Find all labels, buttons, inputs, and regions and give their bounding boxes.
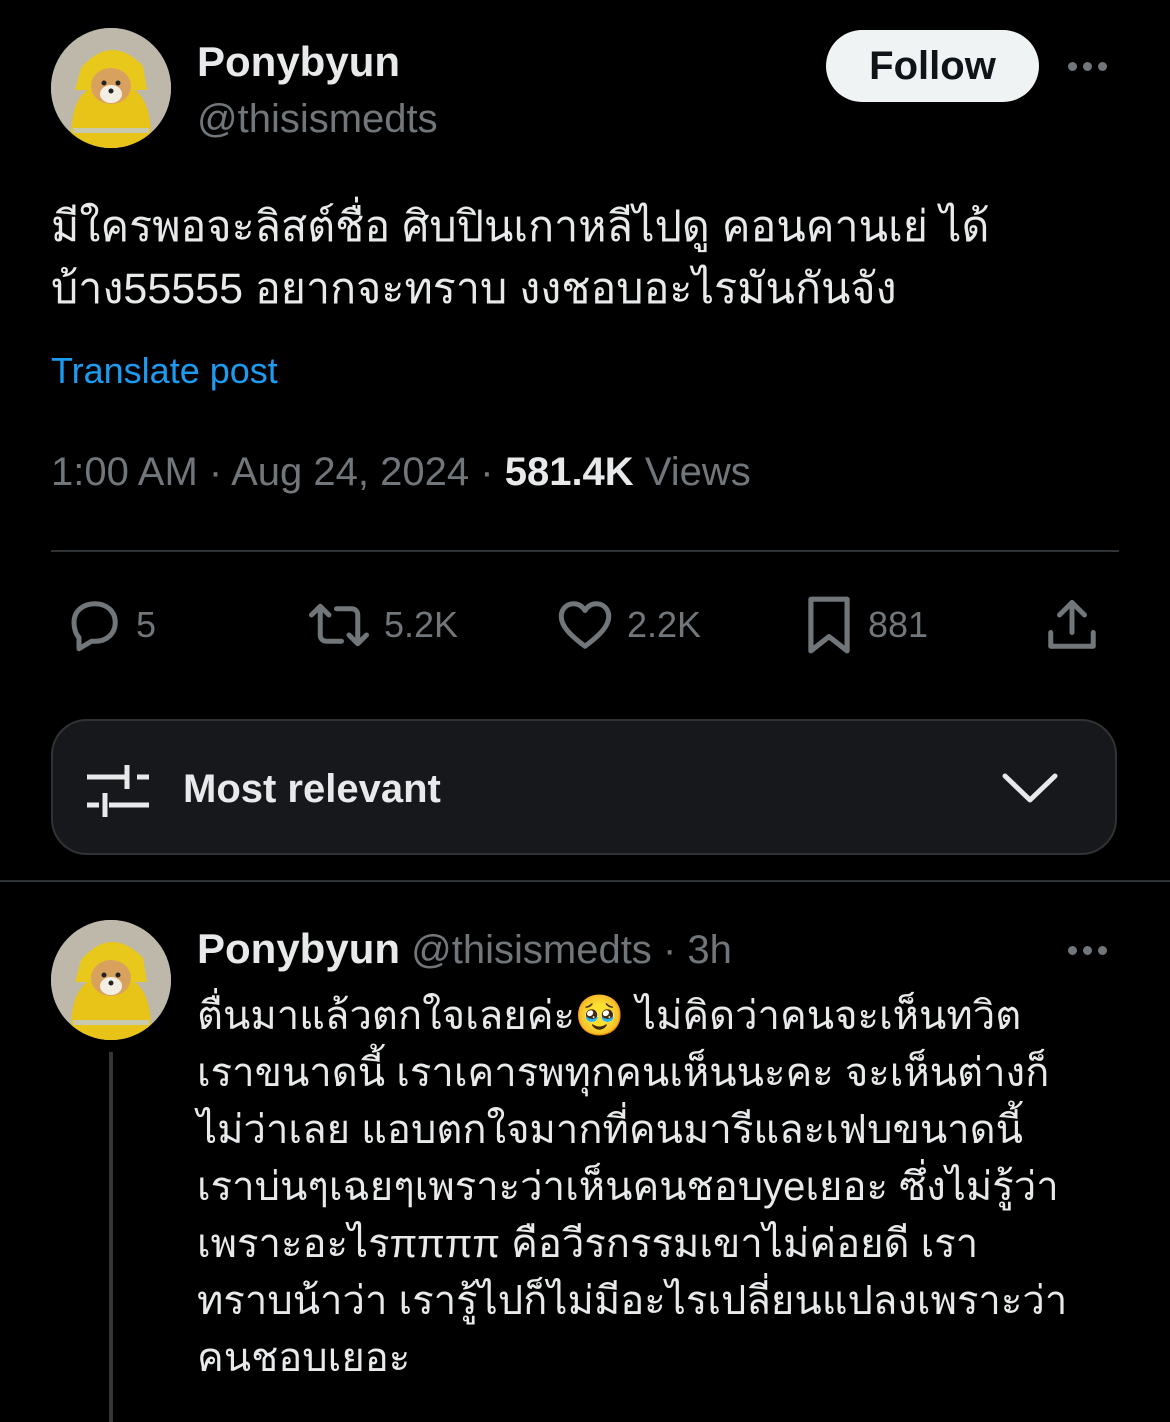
reply-separator: · [662,928,677,972]
reply-count: 5 [136,604,157,645]
thread-line [109,1052,113,1422]
post-meta: 1:00 AM · Aug 24, 2024 · 581.4K Views [51,450,751,495]
views-label: Views [644,450,751,494]
more-icon[interactable] [1068,946,1107,955]
meta-separator: · [480,450,494,494]
reply-icon [71,601,118,652]
bookmark-count: 881 [868,604,929,645]
author-avatar[interactable] [51,28,171,148]
reply-header: Ponybyun @thisismedts · 3h [197,925,732,973]
author-handle[interactable]: @thisismedts [197,97,438,142]
reply-display-name[interactable]: Ponybyun [197,925,400,972]
repost-count: 5.2K [384,604,459,645]
sort-filter-icon [87,765,149,817]
post-date[interactable]: Aug 24, 2024 [231,450,469,494]
meta-separator: · [208,450,223,494]
like-count: 2.2K [627,604,702,645]
reply-handle[interactable]: @thisismedts [411,928,652,972]
like-button[interactable]: 2.2K [555,595,701,655]
sort-label: Most relevant [183,767,441,811]
divider [0,880,1170,882]
repost-button[interactable]: 5.2K [306,595,458,655]
sort-replies-dropdown[interactable]: Most relevant [51,719,1117,855]
views-count: 581.4K [504,450,634,494]
reply-button[interactable]: 5 [64,595,156,655]
share-icon [1048,600,1096,649]
bookmark-button[interactable]: 881 [802,595,928,655]
reply-text: ตื่นมาแล้วตกใจเลยค่ะ🥹 ไม่คิดว่าคนจะเห็นท… [197,994,1068,1380]
more-icon[interactable] [1068,62,1107,71]
bookmark-icon [808,596,850,654]
divider [51,550,1119,552]
share-button[interactable] [1042,595,1102,655]
translate-post-link[interactable]: Translate post [51,350,278,392]
repost-icon [309,603,369,647]
post-text: มีใครพอจะลิสต์ชื่อ ศิบปินเกาหลีไปดู คอนค… [51,203,990,313]
reply-author-avatar[interactable] [51,920,171,1040]
follow-button[interactable]: Follow [826,30,1039,102]
post-time[interactable]: 1:00 AM [51,450,198,494]
reply-age[interactable]: 3h [687,928,732,972]
chevron-down-icon [1002,773,1058,803]
like-icon [558,601,612,649]
author-display-name[interactable]: Ponybyun [197,38,400,86]
